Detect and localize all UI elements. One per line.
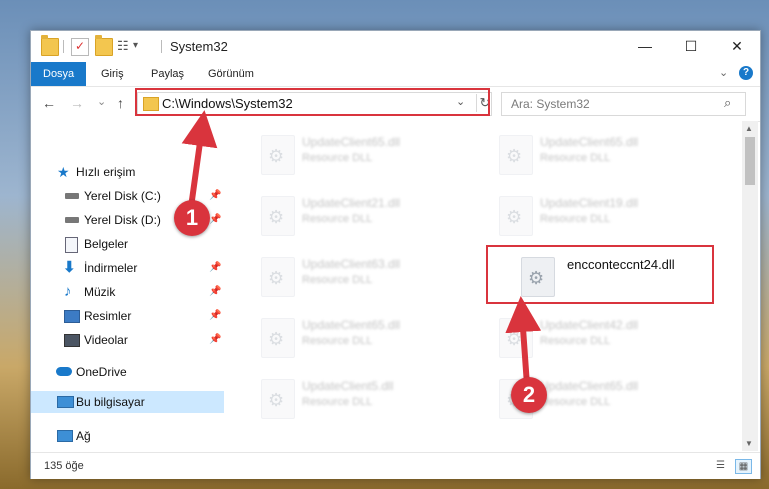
callout-badge-2: 2 [511,377,547,413]
arrow-to-file [505,296,542,388]
arrow-to-address [181,110,218,203]
annotation-arrows [181,110,542,388]
callout-badge-1: 1 [174,200,210,236]
